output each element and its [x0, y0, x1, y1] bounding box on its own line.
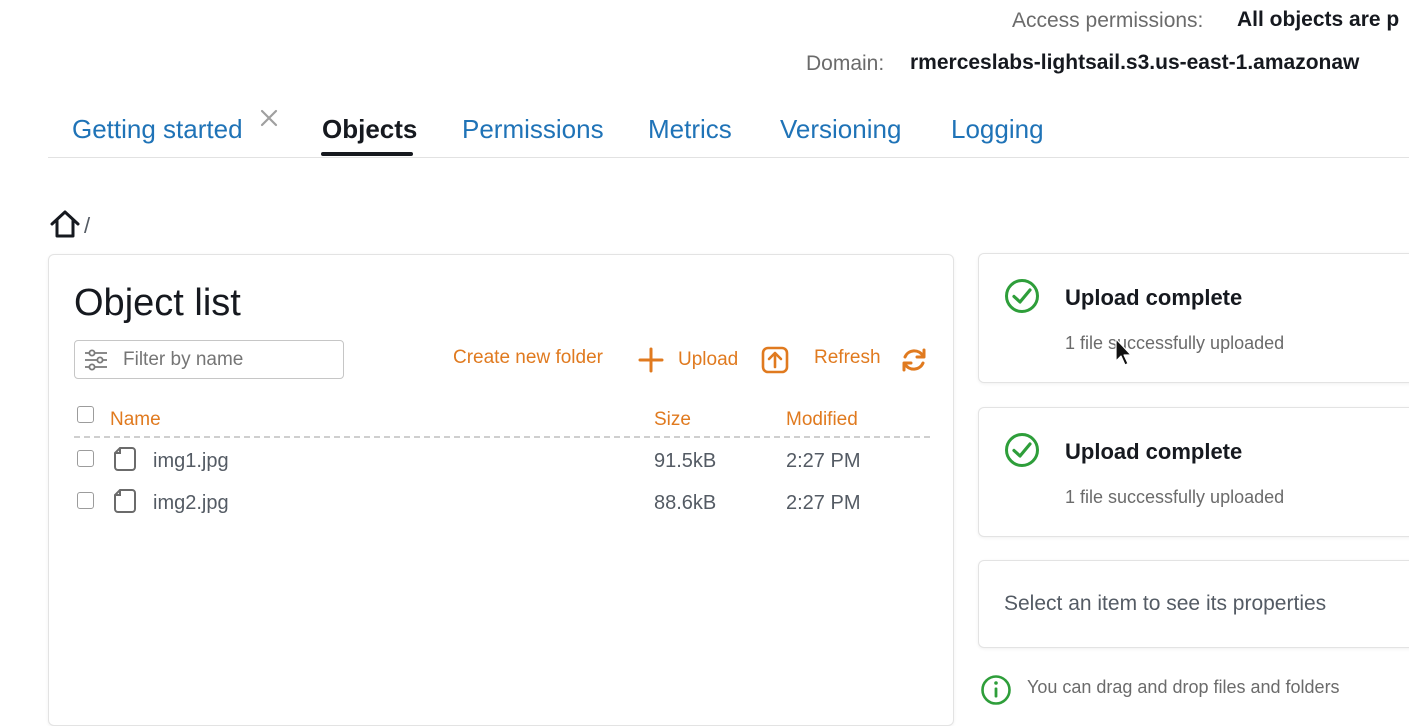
filter-input[interactable]: [121, 345, 335, 375]
notification-message: 1 file successfully uploaded: [1065, 487, 1285, 507]
notification-message: 1 file successfully uploaded: [1065, 333, 1285, 353]
plus-icon[interactable]: [637, 346, 665, 374]
info-icon: [980, 674, 1012, 706]
access-permissions-value: All objects are p: [1237, 8, 1400, 31]
tab-permissions[interactable]: Permissions: [462, 114, 604, 145]
object-list-panel: Object list Create new folder Upload Ref…: [48, 254, 954, 726]
row-name: img2.jpg: [153, 492, 229, 514]
domain-value: rmerceslabs-lightsail.s3.us-east-1.amazo…: [910, 51, 1360, 74]
tab-getting-started[interactable]: Getting started: [72, 114, 243, 145]
column-header-modified[interactable]: Modified: [786, 409, 858, 431]
notification-title: Upload complete: [1065, 439, 1243, 464]
tab-logging[interactable]: Logging: [951, 114, 1044, 145]
active-tab-indicator: [321, 152, 413, 156]
row-modified: 2:27 PM: [786, 492, 861, 514]
access-permissions-label: Access permissions:: [1012, 9, 1204, 32]
object-list-title: Object list: [74, 282, 241, 324]
upload-button[interactable]: Upload: [678, 349, 738, 371]
row-modified: 2:27 PM: [786, 450, 861, 472]
refresh-button[interactable]: Refresh: [814, 347, 881, 369]
filter-icon: [84, 349, 108, 371]
row-checkbox[interactable]: [77, 492, 94, 509]
column-header-size[interactable]: Size: [654, 409, 691, 431]
properties-placeholder: Select an item to see its properties: [1004, 592, 1327, 615]
row-size: 91.5kB: [654, 450, 717, 472]
tab-objects[interactable]: Objects: [322, 114, 417, 145]
upload-notification: Upload complete 1 file successfully uplo…: [978, 407, 1409, 537]
upload-icon[interactable]: [760, 345, 790, 375]
tab-metrics[interactable]: Metrics: [648, 114, 732, 145]
file-icon: [113, 446, 137, 472]
row-name: img1.jpg: [153, 450, 229, 472]
table-row[interactable]: img2.jpg 88.6kB 2:27 PM: [49, 485, 953, 525]
breadcrumb-separator: /: [84, 213, 91, 238]
column-header-name[interactable]: Name: [110, 409, 161, 431]
table-row[interactable]: img1.jpg 91.5kB 2:27 PM: [49, 443, 953, 483]
file-icon: [113, 488, 137, 514]
check-circle-icon: [1004, 278, 1040, 314]
header-divider: [74, 436, 930, 438]
notification-title: Upload complete: [1065, 285, 1243, 310]
domain-label: Domain:: [806, 52, 885, 75]
create-folder-button[interactable]: Create new folder: [453, 347, 603, 369]
upload-notification: Upload complete 1 file successfully uplo…: [978, 253, 1409, 383]
drag-drop-hint: You can drag and drop files and folders: [1027, 677, 1340, 697]
close-icon[interactable]: [259, 108, 279, 128]
select-all-checkbox[interactable]: [77, 406, 94, 423]
home-icon[interactable]: [48, 207, 82, 241]
refresh-icon[interactable]: [899, 345, 929, 375]
properties-panel: Select an item to see its properties: [978, 560, 1409, 648]
row-checkbox[interactable]: [77, 450, 94, 467]
check-circle-icon: [1004, 432, 1040, 468]
tab-versioning[interactable]: Versioning: [780, 114, 901, 145]
tab-divider: [48, 157, 1409, 158]
row-size: 88.6kB: [654, 492, 717, 514]
filter-box: [74, 340, 344, 379]
